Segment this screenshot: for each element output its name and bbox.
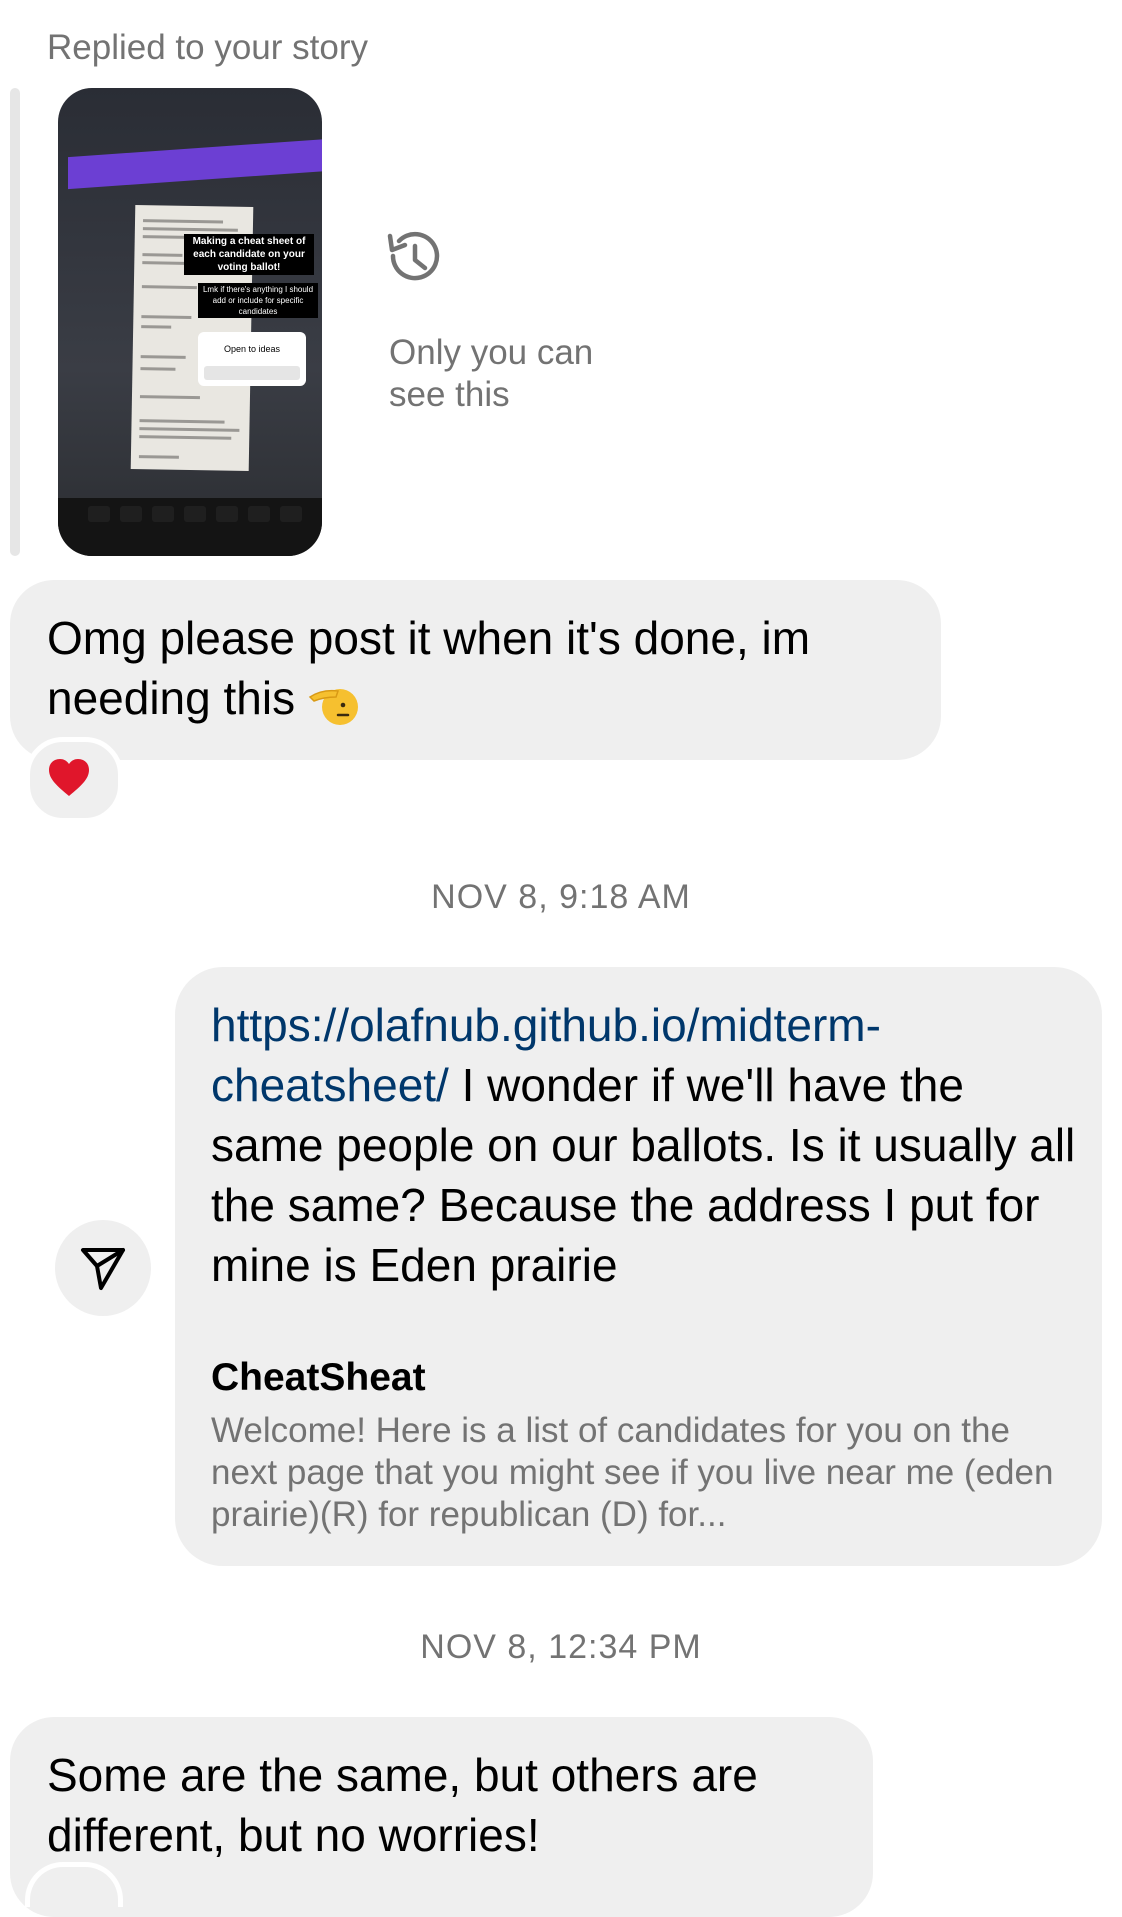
story-reply-label: Replied to your story [47,28,368,67]
story-reply-bar [10,88,20,556]
share-paper-plane-icon [81,1248,125,1290]
link-preview-description: Welcome! Here is a list of candidates fo… [211,1411,1054,1534]
private-note: Only you can see this [389,333,594,414]
thumbnail-sticker-heading: Making a cheat sheet of each candidate o… [184,234,314,275]
thumbnail-poll-input [204,366,300,380]
thumbnail-poll-title: Open to ideas [223,344,281,354]
message-text: Omg please post it when it's done, im ne… [47,612,811,725]
link-preview-title[interactable]: CheatSheat [211,1356,426,1400]
thumbnail-browser-bar [68,138,322,190]
thumbnail-sticker-note: Lmk if there's anything I should add or … [198,283,318,318]
message-text: Some are the same, but others are differ… [47,1749,758,1861]
story-thumbnail[interactable]: Making a cheat sheet of each candidate o… [58,88,322,556]
thumbnail-poll: Open to ideas [198,332,306,386]
heart-reaction[interactable] [25,737,123,823]
share-button[interactable] [55,1220,151,1316]
history-icon [387,231,440,281]
timestamp: NOV 8, 12:34 PM [420,1628,702,1666]
saluting-face-emoji [308,681,358,725]
heart-reaction-icon [49,759,89,796]
message-text: https://olafnub.github.io/midterm-cheats… [211,999,1076,1291]
timestamp: NOV 8, 9:18 AM [431,878,691,916]
